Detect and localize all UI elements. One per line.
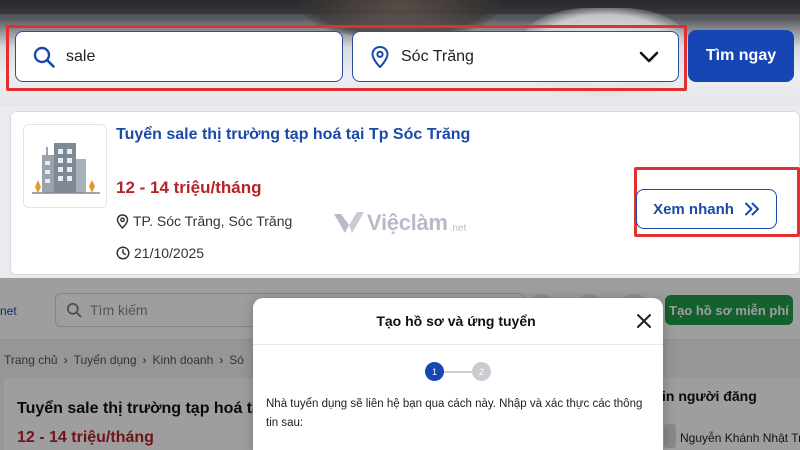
modal-description: Nhà tuyển dụng sẽ liên hệ bạn qua cách n… [266, 398, 643, 429]
modal-header: Tạo hồ sơ và ứng tuyển [253, 298, 663, 345]
chevron-down-icon [639, 51, 659, 63]
step-1: 1 [425, 362, 444, 381]
quick-view-button[interactable]: Xem nhanh [636, 189, 777, 229]
watermark-suffix: .net [449, 222, 467, 234]
company-logo [23, 124, 107, 208]
job-salary: 12 - 14 triệu/tháng [116, 178, 262, 197]
location-pin-icon [116, 213, 129, 229]
job-date: 21/10/2025 [116, 245, 204, 261]
job-title-link[interactable]: Tuyển sale thị trường tạp hoá tại Tp Sóc… [116, 126, 470, 144]
building-icon [32, 143, 100, 194]
vieclam-watermark: Việclàm .net [333, 210, 466, 236]
close-icon[interactable] [634, 311, 654, 331]
job-location-text: TP. Sóc Trăng, Sóc Trăng [133, 213, 293, 229]
double-chevron-right-icon [744, 202, 759, 216]
job-date-text: 21/10/2025 [134, 245, 205, 261]
location-value: Sóc Trăng [401, 47, 474, 65]
apply-modal: Tạo hồ sơ và ứng tuyển 1 2 Nhà tuyển dụn… [253, 298, 663, 450]
job-location: TP. Sóc Trăng, Sóc Trăng [116, 213, 292, 229]
vieclam-logo-icon [334, 212, 364, 233]
keyword-value: sale [66, 47, 96, 65]
modal-title: Tạo hồ sơ và ứng tuyển [376, 313, 536, 329]
watermark-brand: Việclàm [367, 210, 448, 235]
search-submit-button[interactable]: Tìm ngay [688, 30, 794, 82]
location-pin-icon [371, 45, 389, 68]
step-2: 2 [472, 362, 491, 381]
keyword-search-input[interactable]: sale [15, 31, 343, 82]
search-icon [33, 46, 55, 68]
location-select[interactable]: Sóc Trăng [352, 31, 679, 82]
step-indicator: 1 2 [425, 362, 491, 381]
clock-icon [116, 246, 130, 260]
quick-view-label: Xem nhanh [653, 200, 734, 218]
step-connector [444, 370, 472, 373]
